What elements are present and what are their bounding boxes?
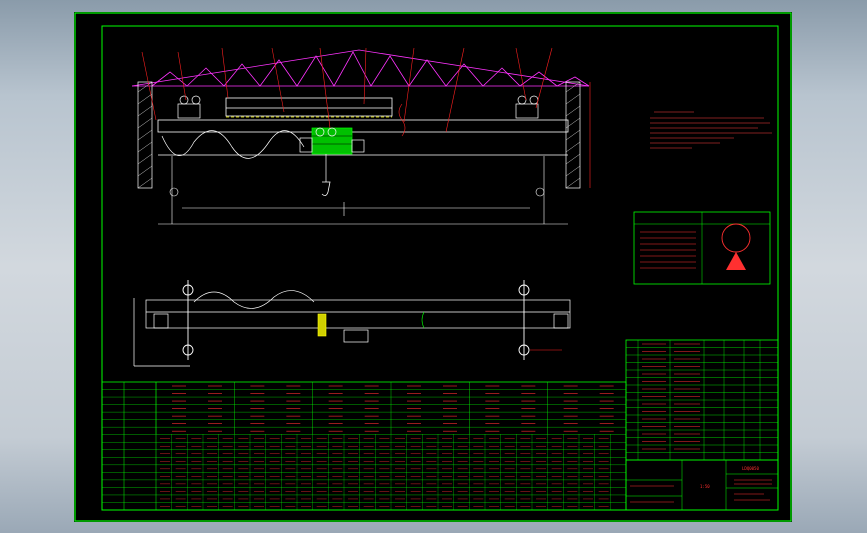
buffers bbox=[169, 187, 545, 197]
clearance-lines bbox=[158, 156, 568, 225]
plan-cable bbox=[193, 290, 315, 309]
cad-viewport[interactable]: LDQ0050 1:50 bbox=[0, 0, 867, 533]
scale-label: 1:50 bbox=[700, 484, 710, 489]
parts-list bbox=[625, 339, 779, 461]
drawing-number: LDQ0050 bbox=[742, 466, 759, 471]
end-trucks bbox=[177, 95, 539, 119]
plan-end-trucks bbox=[182, 280, 530, 360]
electric-hoist bbox=[299, 127, 365, 196]
right-column bbox=[565, 81, 581, 189]
drawing-sheet: LDQ0050 1:50 bbox=[74, 12, 792, 522]
crane-drawing: LDQ0050 1:50 bbox=[74, 12, 792, 522]
roof-truss bbox=[131, 49, 590, 87]
certification-stamp bbox=[633, 211, 771, 285]
title-block: LDQ0050 1:50 bbox=[625, 459, 779, 511]
main-girder bbox=[157, 97, 569, 156]
elevation-view bbox=[131, 47, 591, 225]
plan-hoist bbox=[317, 313, 327, 337]
spec-table bbox=[101, 381, 627, 511]
plan-view bbox=[133, 280, 571, 367]
cable-festoon bbox=[161, 130, 305, 159]
left-column bbox=[137, 81, 153, 189]
technical-notes bbox=[650, 111, 772, 149]
